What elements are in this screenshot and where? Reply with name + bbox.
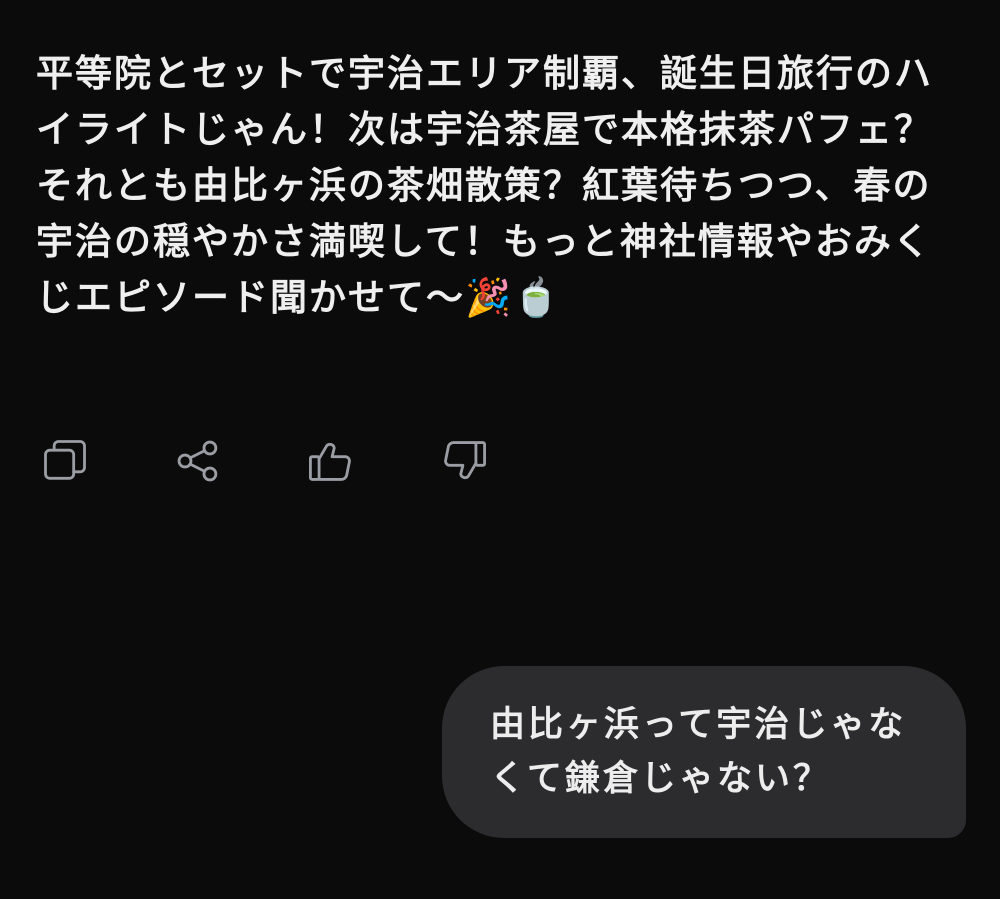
like-button[interactable] [302,432,360,490]
user-message-text: 由比ヶ浜って宇治じゃなくて鎌倉じゃない？ [490,705,907,799]
thumbs-up-icon [309,442,351,481]
share-button[interactable] [169,432,227,490]
share-icon [177,440,218,482]
message-action-bar [36,432,568,490]
copy-icon [44,440,86,480]
user-message-bubble: 由比ヶ浜って宇治じゃなくて鎌倉じゃない？ [442,666,966,838]
dislike-button[interactable] [435,432,493,490]
copy-button[interactable] [36,432,94,490]
thumbs-down-icon [444,441,486,480]
assistant-message: 平等院とセットで宇治エリア制覇、誕生日旅行のハイライトじゃん！次は宇治茶屋で本格… [36,52,933,319]
